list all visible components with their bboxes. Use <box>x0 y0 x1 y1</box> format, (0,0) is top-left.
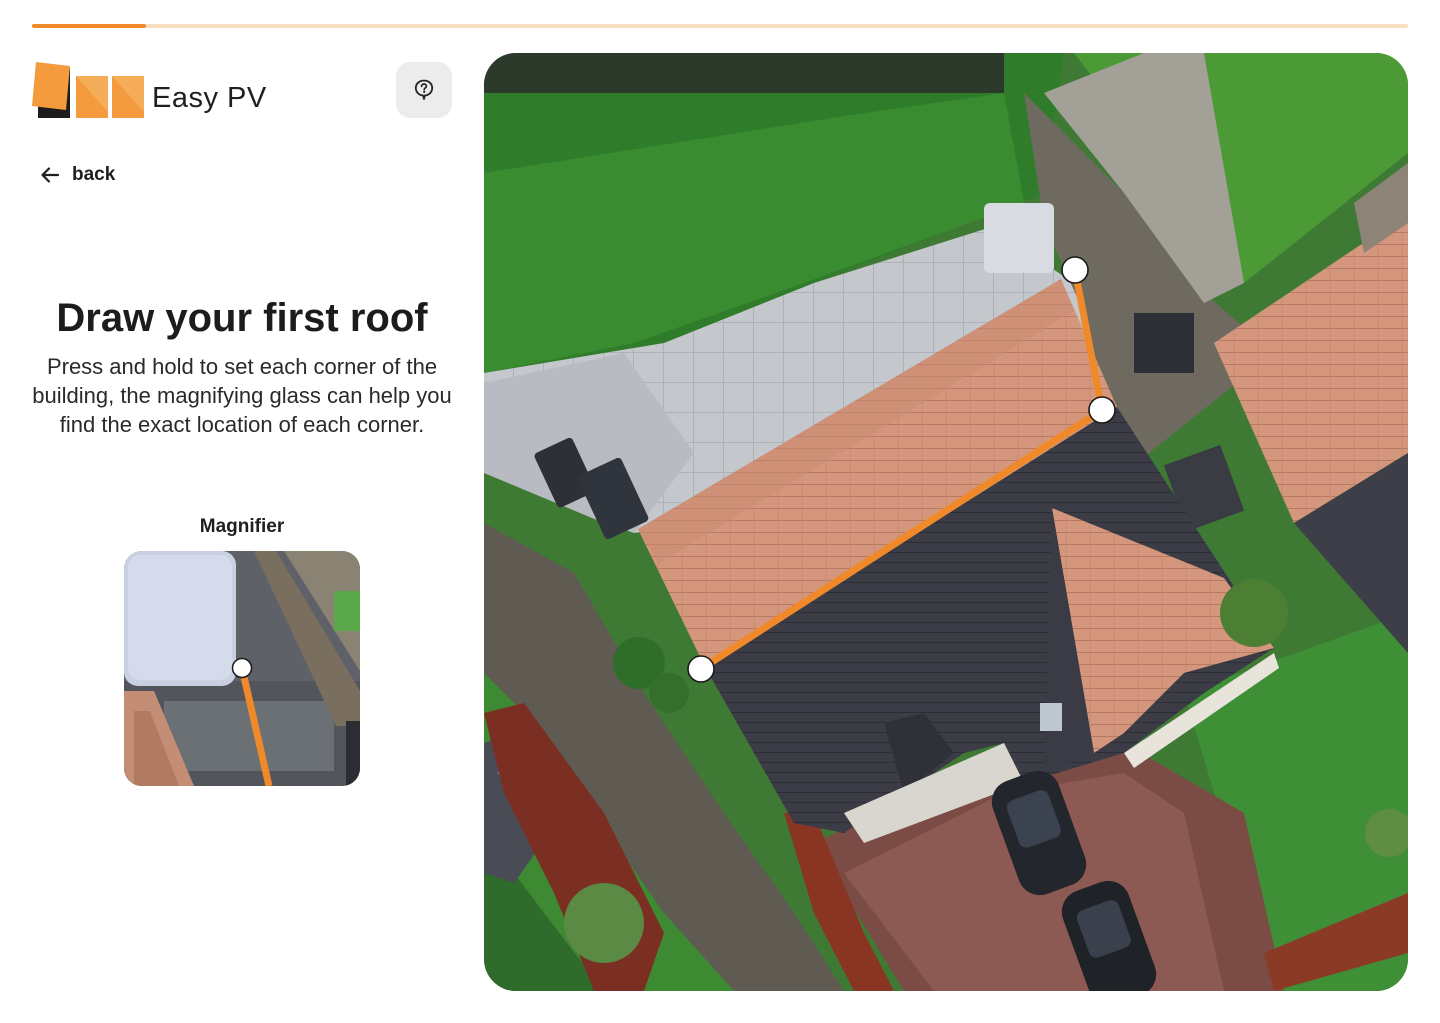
roof-corner-marker[interactable] <box>687 655 715 683</box>
arrow-left-icon <box>40 166 60 184</box>
app-name: Easy PV <box>152 81 267 114</box>
instructions-text: Press and hold to set each corner of the… <box>32 354 452 437</box>
progress-bar-fill <box>32 24 147 28</box>
app-logo: Easy PV <box>32 62 292 120</box>
aerial-map-canvas[interactable] <box>484 53 1408 991</box>
roof-corner-marker[interactable] <box>1088 396 1116 424</box>
logo-panels-icon <box>32 62 146 120</box>
progress-bar <box>32 24 1408 28</box>
magnifier-view <box>124 551 360 786</box>
help-button[interactable] <box>396 62 452 118</box>
back-button[interactable]: back <box>40 164 115 186</box>
help-bubble-icon <box>414 79 434 101</box>
magnifier-corner-marker <box>231 657 253 679</box>
roof-corner-marker[interactable] <box>1061 256 1089 284</box>
magnifier-label: Magnifier <box>199 516 285 537</box>
page-title: Draw your first roof <box>56 296 428 340</box>
back-label: back <box>72 164 116 185</box>
